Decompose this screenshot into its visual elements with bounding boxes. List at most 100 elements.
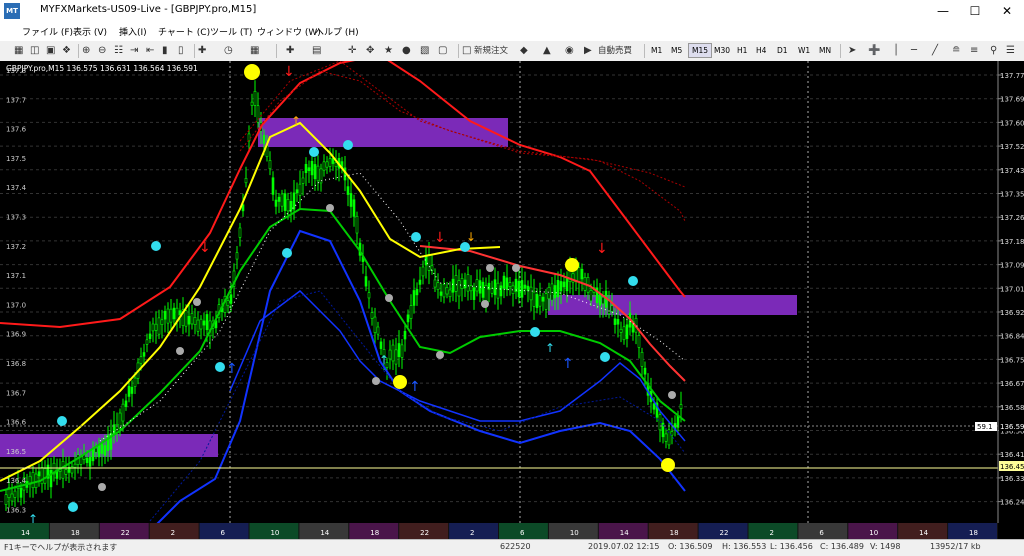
chart-window[interactable]: ↓ ↓ ↓ ↓ ↓ ↑ ↑ ↑ ↑ ↑ ↑ ↑ 137.776137.69113… (0, 53, 1024, 539)
bar-count: 622520 (500, 542, 531, 551)
trendline-icon[interactable]: ╱ (932, 44, 938, 58)
timeframe-w1[interactable]: W1 (795, 44, 813, 57)
market-icon[interactable]: ▲ (543, 44, 551, 58)
candle-body (127, 385, 131, 397)
zoom-in-icon[interactable]: ⊕ (82, 44, 90, 58)
vertical-line-icon[interactable]: │ (893, 44, 899, 58)
timeframe-mn[interactable]: MN (816, 44, 834, 57)
candle-body (508, 282, 512, 287)
menu-insert[interactable]: 挿入(I) (119, 25, 147, 38)
channel-icon[interactable]: ≘ (952, 44, 960, 58)
bar-chart-icon[interactable]: ▮ (162, 44, 168, 58)
sell-arrow-icon: ↓ (199, 240, 211, 256)
zoom-out-icon[interactable]: ⊖ (98, 44, 106, 58)
window-layout-icon[interactable]: ▤ (312, 44, 321, 58)
candle-body (253, 90, 257, 106)
candle-body (562, 281, 566, 288)
price-tick-label: 137.266 (1000, 214, 1024, 222)
bid-tag-value: 59.1 (977, 423, 993, 431)
maximize-icon[interactable]: ☐ (960, 2, 990, 20)
candle-body (256, 105, 260, 123)
time-label: 18 (370, 529, 379, 537)
timeframe-m1[interactable]: M1 (648, 44, 665, 57)
candle-body (238, 227, 242, 238)
timeframe-m30[interactable]: M30 (711, 44, 733, 57)
grey-signal-marker (193, 298, 201, 306)
timeframe-m5[interactable]: M5 (668, 44, 685, 57)
close-icon[interactable]: ✕ (992, 2, 1022, 20)
candle-body (244, 178, 248, 184)
cursor-icon[interactable]: ➤ (848, 44, 856, 58)
auto-trade-button[interactable]: 自動売買 (598, 44, 632, 58)
timeframe-m15[interactable]: M15 (688, 43, 713, 58)
horizontal-line-icon[interactable]: ─ (911, 44, 917, 58)
candle-body (295, 189, 299, 194)
cyan-signal-marker (215, 362, 225, 372)
candle-body (394, 349, 398, 365)
candle-body (487, 282, 491, 290)
minimize-icon[interactable]: — (928, 2, 958, 20)
menu-window[interactable]: ウィンドウ (W) (257, 25, 321, 38)
menu-view[interactable]: 表示 (V) (73, 25, 107, 38)
signals-icon[interactable]: ◉ (565, 44, 574, 58)
menu-help[interactable]: ヘルプ (H) (315, 25, 359, 38)
strategy-tester-icon[interactable]: ▢ (438, 44, 447, 58)
market-watch-icon[interactable]: ★ (384, 44, 393, 58)
price-tick-label: 136.246 (1000, 499, 1024, 507)
profiles-icon[interactable]: ◫ (30, 44, 39, 58)
templates-icon[interactable]: ▦ (250, 44, 259, 58)
timeframe-d1[interactable]: D1 (774, 44, 791, 57)
menu-chart[interactable]: チャート (C) (158, 25, 210, 38)
chart-shift-icon[interactable]: ⇤ (146, 44, 154, 58)
grey-signal-marker (668, 391, 676, 399)
menu-tools[interactable]: ツール (T) (210, 25, 252, 38)
new-order-button[interactable]: 新規注文 (474, 44, 508, 58)
candle-body (535, 294, 539, 309)
metaeditor-icon[interactable]: ◆ (520, 44, 528, 58)
candle-body (418, 279, 422, 285)
price-chart[interactable]: ↓ ↓ ↓ ↓ ↓ ↑ ↑ ↑ ↑ ↑ ↑ ↑ 137.776137.69113… (0, 53, 1024, 539)
candle-body (625, 324, 629, 339)
indicators-icon[interactable]: ✚ (198, 44, 206, 58)
candle-body (403, 330, 407, 340)
menu-file[interactable]: ファイル (F) (22, 25, 73, 38)
new-window-icon[interactable]: ✚ (286, 44, 294, 58)
time-label: 18 (969, 529, 978, 537)
candle-body (532, 291, 536, 307)
move-icon[interactable]: ✥ (366, 44, 374, 58)
candle-body (268, 160, 272, 170)
new-order-icon[interactable]: □ (462, 44, 471, 58)
search-icon[interactable]: ⚲ (990, 44, 997, 58)
tile-windows-icon[interactable]: ☷ (114, 44, 123, 58)
auto-trade-icon[interactable]: ▶ (584, 44, 592, 58)
candle-body (64, 469, 68, 475)
toolbar: ▦ ◫ ▣ ❖ ⊕ ⊖ ☷ ⇥ ⇤ ▮ ▯ ✚ ◷ ▦ ✚ ▤ ✛ ✥ ★ ● … (0, 41, 1024, 62)
fibonacci-icon[interactable]: ≡ (970, 44, 978, 58)
candle-body (442, 284, 446, 298)
candle-body (529, 286, 533, 301)
more-icon[interactable]: ☰ (1006, 44, 1015, 58)
candle-body (451, 278, 455, 293)
crosshair-tool-icon[interactable]: ➕ (868, 44, 880, 58)
cyan-signal-marker (57, 416, 67, 426)
autoscroll-icon[interactable]: ⇥ (130, 44, 138, 58)
candle-body (100, 442, 104, 454)
candles-icon[interactable]: ▯ (178, 44, 184, 58)
price-tick-label: 137.776 (1000, 72, 1024, 80)
chart-window-icon[interactable]: ▣ (46, 44, 55, 58)
candle-body (235, 252, 239, 260)
timeframe-h4[interactable]: H4 (753, 44, 769, 57)
periods-icon[interactable]: ◷ (224, 44, 233, 58)
cyan-signal-marker (282, 248, 292, 258)
candle-body (298, 183, 302, 196)
time-label: 10 (570, 529, 579, 537)
navigator-icon[interactable]: ❖ (62, 44, 71, 58)
new-chart-icon[interactable]: ▦ (14, 44, 23, 58)
terminal-icon[interactable]: ▧ (420, 44, 429, 58)
timeframe-h1[interactable]: H1 (734, 44, 750, 57)
data-window-icon[interactable]: ● (402, 44, 411, 58)
candle-body (505, 277, 509, 291)
candle-body (577, 267, 581, 283)
crosshair-icon[interactable]: ✛ (348, 44, 356, 58)
yellow-signal-marker (393, 375, 407, 389)
